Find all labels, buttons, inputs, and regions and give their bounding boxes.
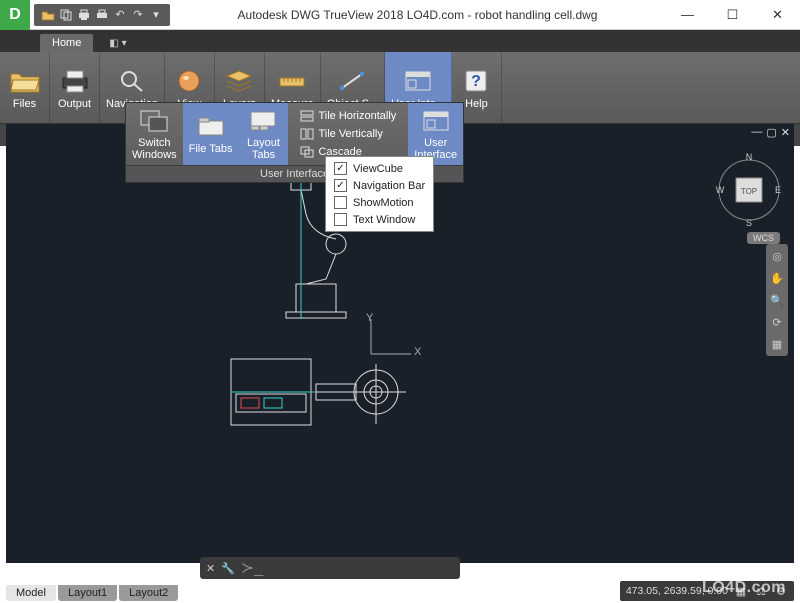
close-button[interactable]: ✕ — [755, 0, 800, 30]
status-bar: 473.05, 2639.59, 0.00 ▦ ⚖ ⚙ — [620, 581, 794, 601]
qat-copy-icon[interactable] — [58, 7, 74, 23]
viewcube[interactable]: TOP N S E W — [714, 148, 784, 228]
qat-dropdown-icon[interactable]: ▾ — [148, 7, 164, 23]
canvas-minimize-icon[interactable]: — — [751, 126, 762, 139]
canvas-restore-icon[interactable]: ▢ — [766, 126, 776, 139]
maximize-button[interactable]: ☐ — [710, 0, 755, 30]
titlebar: D ↶ ↷ ▾ Autodesk DWG TrueView 2018 LO4D.… — [0, 0, 800, 30]
check-navigation-bar[interactable]: ✓ Navigation Bar — [332, 178, 427, 193]
wcs-badge[interactable]: WCS — [747, 232, 780, 244]
canvas-close-icon[interactable]: ✕ — [781, 126, 790, 139]
minimize-button[interactable]: — — [665, 0, 710, 30]
svg-text:E: E — [775, 185, 781, 195]
ui-submenu-icon — [420, 107, 452, 135]
checkbox-icon — [334, 196, 347, 209]
tab-row: Home ◧ ▾ — [0, 30, 800, 52]
qat-undo-icon[interactable]: ↶ — [112, 7, 128, 23]
layers-icon — [223, 65, 255, 97]
tab-layout2[interactable]: Layout2 — [119, 585, 178, 601]
tile-v-icon — [300, 127, 314, 141]
cmd-wrench-icon[interactable]: 🔧 — [221, 562, 235, 575]
check-viewcube[interactable]: ✓ ViewCube — [332, 161, 427, 176]
tab-model[interactable]: Model — [6, 585, 56, 601]
svg-text:S: S — [746, 218, 752, 228]
nav-pan-icon[interactable]: ✋ — [769, 270, 785, 286]
printer-icon — [59, 65, 91, 97]
status-scale-icon[interactable]: ⚖ — [754, 584, 768, 598]
nav-zoom-icon[interactable]: 🔍 — [769, 292, 785, 308]
tab-layout1[interactable]: Layout1 — [58, 585, 117, 601]
layout-tabs-icon — [247, 107, 279, 135]
window-controls: — ☐ ✕ — [665, 0, 800, 30]
svg-text:N: N — [746, 152, 753, 162]
tile-horizontally-item[interactable]: Tile Horizontally — [296, 107, 400, 125]
command-line[interactable]: ✕ 🔧 ≻_ — [200, 557, 460, 579]
ruler-icon — [276, 65, 308, 97]
svg-text:W: W — [716, 185, 725, 195]
tile-vertically-item[interactable]: Tile Vertically — [296, 125, 400, 143]
canvas-window-controls: — ▢ ✕ — [751, 126, 790, 139]
axis-x-label: X — [414, 346, 421, 358]
checkbox-icon — [334, 213, 347, 226]
check-text-window[interactable]: Text Window — [332, 212, 427, 227]
ui-checklist: ✓ ViewCube ✓ Navigation Bar ShowMotion T… — [325, 156, 434, 232]
quick-access-toolbar: ↶ ↷ ▾ — [34, 4, 170, 26]
layout-tabs-bar: Model Layout1 Layout2 — [6, 581, 178, 601]
status-settings-icon[interactable]: ⚙ — [774, 584, 788, 598]
coords-readout: 473.05, 2639.59, 0.00 — [626, 585, 728, 597]
file-tabs-button[interactable]: File Tabs — [183, 103, 239, 165]
folder-open-icon — [9, 65, 41, 97]
checkbox-icon: ✓ — [334, 179, 347, 192]
qat-redo-icon[interactable]: ↷ — [130, 7, 146, 23]
svg-text:?: ? — [472, 73, 482, 90]
tab-extra-icon[interactable]: ◧ ▾ — [101, 35, 134, 52]
app-logo[interactable]: D — [0, 0, 30, 30]
qat-print-icon[interactable] — [76, 7, 92, 23]
magnifier-icon — [116, 65, 148, 97]
switch-windows-button[interactable]: Switch Windows — [126, 103, 183, 165]
tile-h-icon — [300, 109, 314, 123]
cmd-close-icon[interactable]: ✕ — [206, 562, 215, 575]
ui-icon — [402, 65, 434, 97]
status-grid-icon[interactable]: ▦ — [734, 584, 748, 598]
tab-home[interactable]: Home — [40, 34, 93, 52]
switch-windows-icon — [138, 107, 170, 135]
axis-y-label: Y — [366, 312, 373, 324]
nav-wheel-icon[interactable]: ◎ — [769, 248, 785, 264]
navigation-bar: ◎ ✋ 🔍 ⟳ ▦ — [766, 244, 788, 356]
cmd-prompt-icon: ≻_ — [241, 558, 263, 578]
cascade-icon — [300, 145, 314, 159]
viewcube-top-label: TOP — [741, 187, 757, 196]
qat-plot-icon[interactable] — [94, 7, 110, 23]
layout-tabs-button[interactable]: Layout Tabs — [238, 103, 288, 165]
checkbox-icon: ✓ — [334, 162, 347, 175]
ribbon-files[interactable]: Files — [0, 52, 50, 123]
snap-icon — [336, 65, 368, 97]
sphere-icon — [173, 65, 205, 97]
nav-showmotion-icon[interactable]: ▦ — [769, 336, 785, 352]
file-tabs-icon — [195, 113, 227, 141]
qat-open-icon[interactable] — [40, 7, 56, 23]
window-title: Autodesk DWG TrueView 2018 LO4D.com - ro… — [170, 8, 665, 22]
ribbon-output[interactable]: Output — [50, 52, 100, 123]
nav-orbit-icon[interactable]: ⟳ — [769, 314, 785, 330]
check-showmotion[interactable]: ShowMotion — [332, 195, 427, 210]
help-icon: ? — [460, 65, 492, 97]
